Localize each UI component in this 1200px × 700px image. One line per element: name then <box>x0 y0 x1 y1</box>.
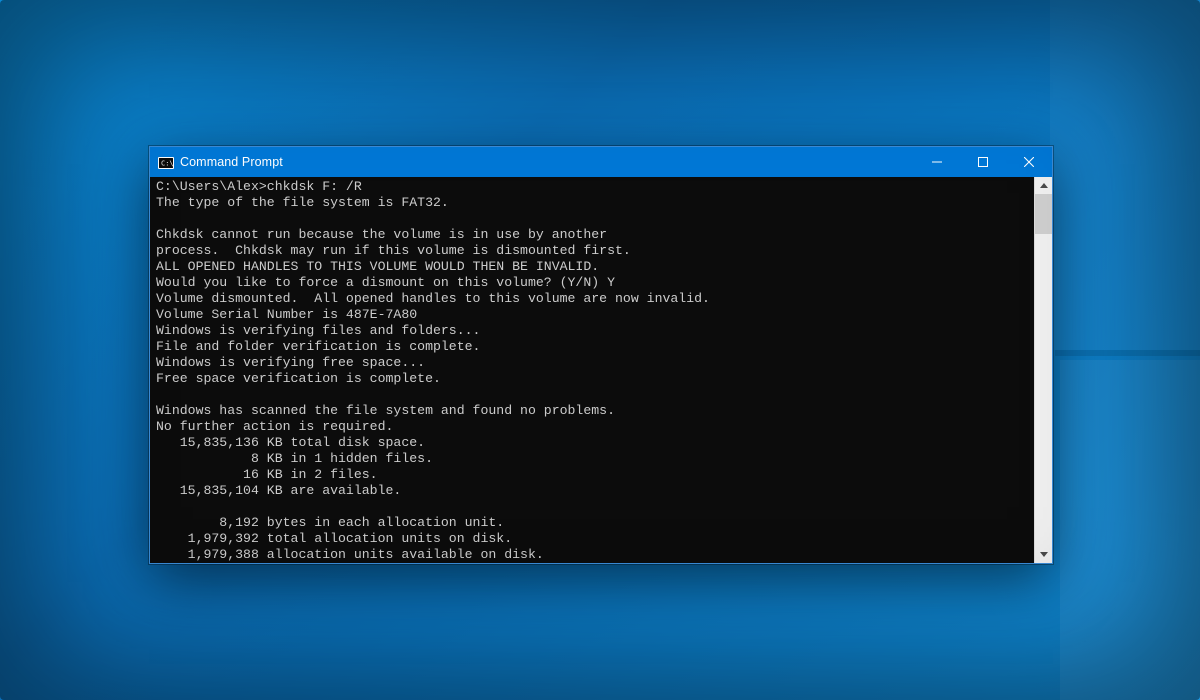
wallpaper-beam <box>1055 350 1200 356</box>
scrollbar-track[interactable] <box>1035 194 1052 546</box>
terminal-line <box>156 387 1030 403</box>
scroll-down-button[interactable] <box>1035 546 1052 563</box>
terminal-line: 1,979,388 allocation units available on … <box>156 547 1030 563</box>
maximize-button[interactable] <box>960 147 1006 177</box>
terminal-line: Would you like to force a dismount on th… <box>156 275 1030 291</box>
wallpaper-beam <box>1060 360 1200 700</box>
titlebar[interactable]: C:\ Command Prompt <box>150 147 1052 177</box>
client-area: C:\Users\Alex>chkdsk F: /RThe type of th… <box>150 177 1052 563</box>
vertical-scrollbar[interactable] <box>1034 177 1052 563</box>
desktop-wallpaper: C:\ Command Prompt <box>0 0 1200 700</box>
terminal-line: process. Chkdsk may run if this volume i… <box>156 243 1030 259</box>
terminal-line: 1,979,392 total allocation units on disk… <box>156 531 1030 547</box>
terminal-line: ALL OPENED HANDLES TO THIS VOLUME WOULD … <box>156 259 1030 275</box>
terminal-line: 16 KB in 2 files. <box>156 467 1030 483</box>
maximize-icon <box>978 157 988 167</box>
minimize-icon <box>932 157 942 167</box>
terminal-line <box>156 211 1030 227</box>
command-prompt-window: C:\ Command Prompt <box>149 146 1053 564</box>
scrollbar-thumb[interactable] <box>1035 194 1052 234</box>
window-controls <box>914 147 1052 177</box>
terminal-line: Chkdsk cannot run because the volume is … <box>156 227 1030 243</box>
terminal-line: 8,192 bytes in each allocation unit. <box>156 515 1030 531</box>
terminal-line: Free space verification is complete. <box>156 371 1030 387</box>
terminal-line: Windows is verifying free space... <box>156 355 1030 371</box>
terminal-output[interactable]: C:\Users\Alex>chkdsk F: /RThe type of th… <box>150 177 1034 563</box>
terminal-line: File and folder verification is complete… <box>156 339 1030 355</box>
close-button[interactable] <box>1006 147 1052 177</box>
minimize-button[interactable] <box>914 147 960 177</box>
svg-text:C:\: C:\ <box>161 160 174 168</box>
terminal-line: C:\Users\Alex>chkdsk F: /R <box>156 179 1030 195</box>
wallpaper-beam <box>1050 0 1200 350</box>
terminal-line <box>156 499 1030 515</box>
chevron-up-icon <box>1040 183 1048 188</box>
terminal-line: Volume dismounted. All opened handles to… <box>156 291 1030 307</box>
terminal-line: No further action is required. <box>156 419 1030 435</box>
cmd-icon: C:\ <box>158 156 174 168</box>
terminal-line: 8 KB in 1 hidden files. <box>156 451 1030 467</box>
close-icon <box>1024 157 1034 167</box>
chevron-down-icon <box>1040 552 1048 557</box>
terminal-line: 15,835,136 KB total disk space. <box>156 435 1030 451</box>
terminal-line: Windows is verifying files and folders..… <box>156 323 1030 339</box>
terminal-line: The type of the file system is FAT32. <box>156 195 1030 211</box>
terminal-line: Windows has scanned the file system and … <box>156 403 1030 419</box>
terminal-line: Volume Serial Number is 487E-7A80 <box>156 307 1030 323</box>
scroll-up-button[interactable] <box>1035 177 1052 194</box>
terminal-line: 15,835,104 KB are available. <box>156 483 1030 499</box>
window-title: Command Prompt <box>180 155 914 169</box>
